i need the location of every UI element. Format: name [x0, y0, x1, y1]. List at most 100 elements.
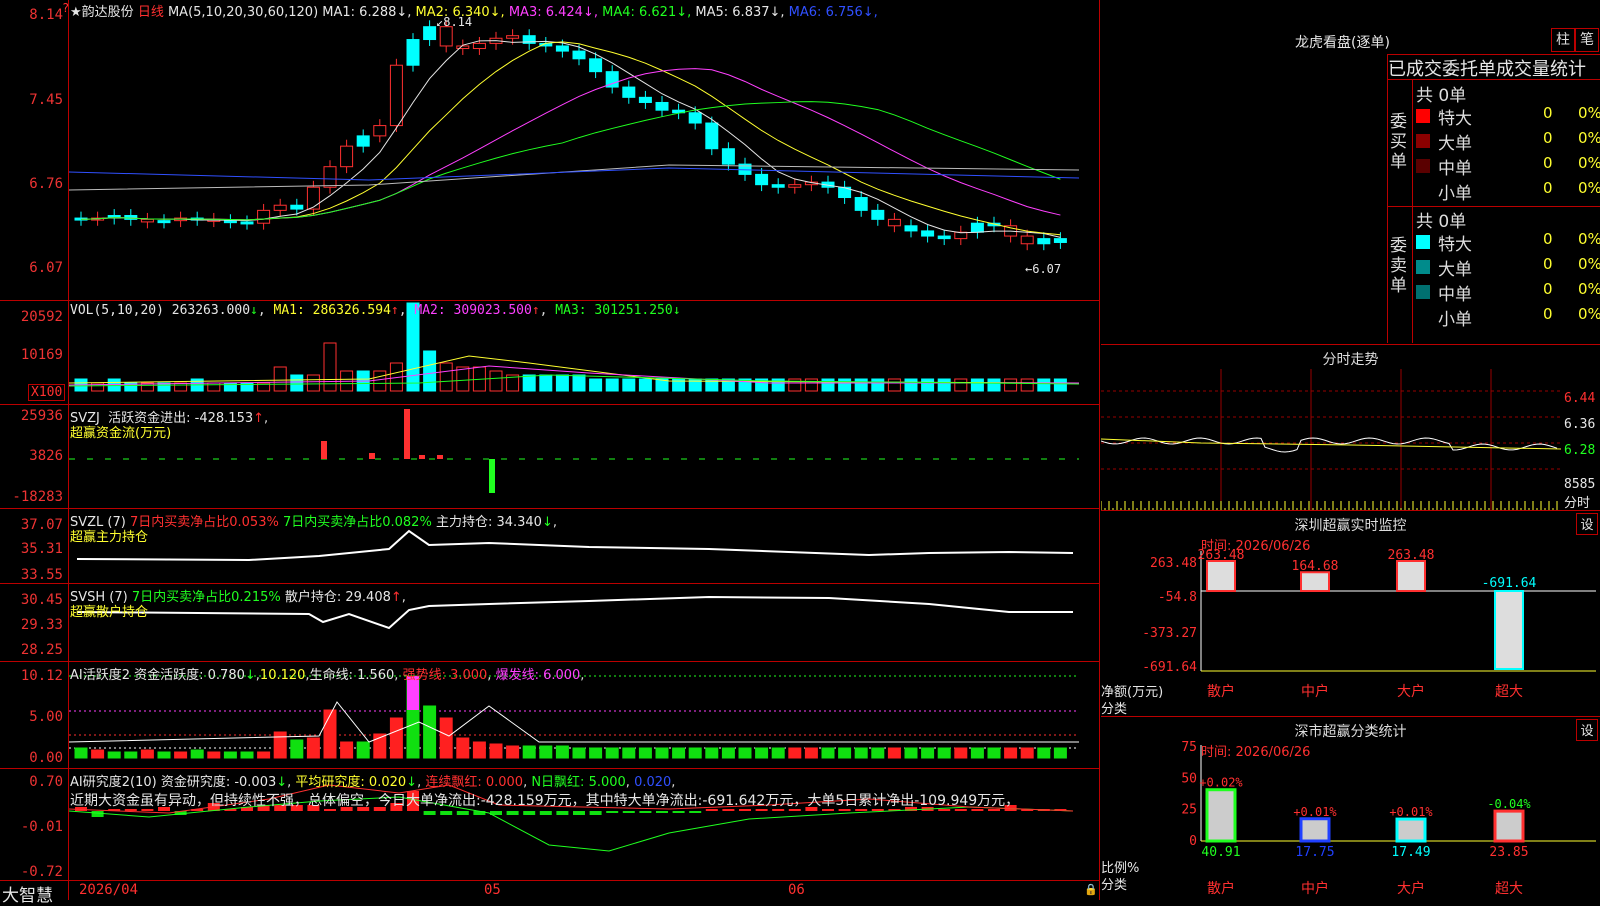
- activity-bar: [804, 747, 818, 759]
- volume-bar: [572, 374, 586, 392]
- candle-body: [223, 220, 237, 224]
- svzl-pane[interactable]: 37.07 35.31 33.55 SVZL (7) 7日内买卖净占比0.053…: [0, 508, 1100, 584]
- candle-body: [257, 209, 271, 224]
- x-axis: 大智慧 2026/04 05 06 🔒: [0, 880, 1100, 906]
- activity-bar: [771, 747, 785, 759]
- candle-body: [439, 26, 453, 47]
- activity-bar: [605, 747, 619, 759]
- research-bar: [656, 811, 668, 813]
- y-tick: 30.45: [20, 592, 63, 608]
- value-label: 17.49: [1391, 845, 1430, 860]
- ai-activity-pane[interactable]: 10.12 5.00 0.00 AI活跃度2 资金活跃度: 0.780↓,10.…: [0, 661, 1100, 769]
- flow-bar: [404, 409, 410, 459]
- y-tick: 25: [1181, 803, 1197, 818]
- y-tick: 75: [1181, 740, 1197, 755]
- net-bar: [1206, 560, 1236, 592]
- period-label[interactable]: 日线: [138, 5, 164, 20]
- monitor-xlabel: 分类: [1101, 702, 1128, 717]
- intraday-panel[interactable]: 分时走势 6.44 6.36 6.28 8585 分时: [1101, 344, 1600, 511]
- category-label: 中户: [1301, 880, 1329, 897]
- research-bar: [639, 811, 652, 813]
- volume-bar: [456, 366, 470, 392]
- y-tick: 33.55: [20, 567, 63, 583]
- value-label: 17.75: [1295, 845, 1334, 860]
- lock-icon[interactable]: 🔒: [1084, 883, 1098, 896]
- bar-mode-button[interactable]: 柱: [1551, 28, 1575, 52]
- ma-values: MA1: 6.288↓, MA2: 6.340↓, MA3: 6.424↓, M…: [322, 5, 878, 20]
- activity-bar: [1004, 747, 1018, 759]
- kline-chart[interactable]: [69, 0, 1099, 300]
- y-tick: 20592: [20, 309, 63, 325]
- lhb-count: 0: [1543, 255, 1553, 273]
- monitor-panel[interactable]: 深圳超赢实时监控 设 时间: 2026/06/26 263.48 -54.8 -37…: [1101, 510, 1600, 717]
- question-icon[interactable]: ?: [62, 1, 69, 15]
- activity-bar: [638, 747, 652, 759]
- classify-panel[interactable]: 深市超赢分类统计 设 时间: 2026/06/26 75 50 25 0 +0.02% 4…: [1101, 716, 1600, 901]
- candle-body: [340, 145, 354, 168]
- candle-body: [921, 230, 935, 237]
- flow-bar: [321, 441, 327, 459]
- flow-bar: [437, 455, 443, 459]
- kline-pane[interactable]: 8.14 7.45 6.76 6.07 ★韵达股份 日线 MA(5,10,20,…: [0, 0, 1100, 300]
- activity-bar: [423, 705, 437, 759]
- candle-body: [240, 221, 254, 225]
- y-tick: 6.44: [1564, 391, 1596, 406]
- buy-total: 共 0单: [1416, 86, 1467, 106]
- ma2-line: [80, 41, 1061, 236]
- activity-bar: [937, 747, 951, 759]
- svzj-pane[interactable]: 25936 3826 -18283 SVZJ 活跃资金进出: -428.153↑…: [0, 404, 1100, 509]
- category-label: 超大: [1495, 684, 1523, 700]
- activity-bar: [887, 747, 901, 759]
- research-bar: [523, 811, 536, 815]
- volume-bar: [207, 382, 221, 392]
- candle-body: [456, 45, 470, 50]
- ma3-line: [80, 68, 1061, 221]
- lhb-tabs[interactable]: 已成交委托单成交量统计: [1387, 54, 1600, 81]
- tick-mode-button[interactable]: 笔: [1575, 28, 1599, 52]
- activity-bar: [854, 747, 868, 759]
- monitor-chart[interactable]: 263.48 -54.8 -373.27 -691.64 263.48 散户 164.68 中…: [1101, 511, 1600, 717]
- y-tick: 5.00: [29, 709, 63, 725]
- y-tick: 7.45: [29, 92, 63, 108]
- svzl-subtitle: 超赢主力持仓: [70, 530, 149, 545]
- ma1-line: [80, 40, 1061, 238]
- ma-label: MA(5,10,20,30,60,120): [167, 5, 319, 20]
- change-label: +0.01%: [1389, 805, 1433, 819]
- activity-bar: [871, 747, 885, 759]
- lhb-label: 特大: [1438, 235, 1472, 255]
- lhb-count: 0: [1543, 129, 1553, 147]
- candle-body: [389, 64, 403, 127]
- net-bar: [1494, 590, 1524, 670]
- stock-name[interactable]: 韵达股份: [82, 5, 134, 20]
- candle-body: [854, 197, 868, 211]
- y-tick: -0.01: [20, 819, 63, 835]
- volume-unit-badge[interactable]: X100: [28, 384, 66, 401]
- volume-bar: [439, 362, 453, 392]
- volume-bar: [489, 370, 503, 392]
- activity-bar: [489, 743, 503, 759]
- activity-bar: [124, 751, 138, 759]
- flow-bar: [489, 459, 495, 493]
- y-tick: -373.27: [1142, 626, 1197, 641]
- activity-bar: [439, 717, 453, 759]
- flow-bar: [419, 455, 425, 459]
- volume-bar: [804, 378, 818, 392]
- activity-bar: [190, 749, 204, 759]
- activity-bar: [389, 717, 403, 759]
- lhb-pct: 0%: [1578, 255, 1600, 273]
- lhb-pct: 0%: [1578, 154, 1600, 172]
- y-tick: 0: [1189, 834, 1197, 849]
- volume-pane[interactable]: 20592 10169 X100 VOL(5,10,20) 263263.000…: [0, 300, 1100, 405]
- activity-bar: [174, 751, 188, 759]
- ai-research-pane[interactable]: 0.70 -0.01 -0.72 AI研究度2(10) 资金研究度: -0.00…: [0, 768, 1100, 881]
- candle-body: [589, 58, 603, 73]
- intraday-chart[interactable]: [1101, 369, 1561, 511]
- value-label: 263.48: [1198, 548, 1245, 563]
- svsh-pane[interactable]: 30.45 29.33 28.25 SVSH (7) 7日内买卖净占比0.215…: [0, 583, 1100, 662]
- classify-chart[interactable]: 75 50 25 0 +0.02% 40.91 散户 +0.01% 17.75 中户 +0.01% 1…: [1101, 717, 1600, 901]
- y-tick: 6.28: [1564, 443, 1596, 458]
- y-tick: 6.07: [29, 260, 63, 276]
- volume-bar: [1020, 378, 1034, 392]
- candle-body: [273, 204, 287, 211]
- row-color-swatch: [1416, 285, 1430, 299]
